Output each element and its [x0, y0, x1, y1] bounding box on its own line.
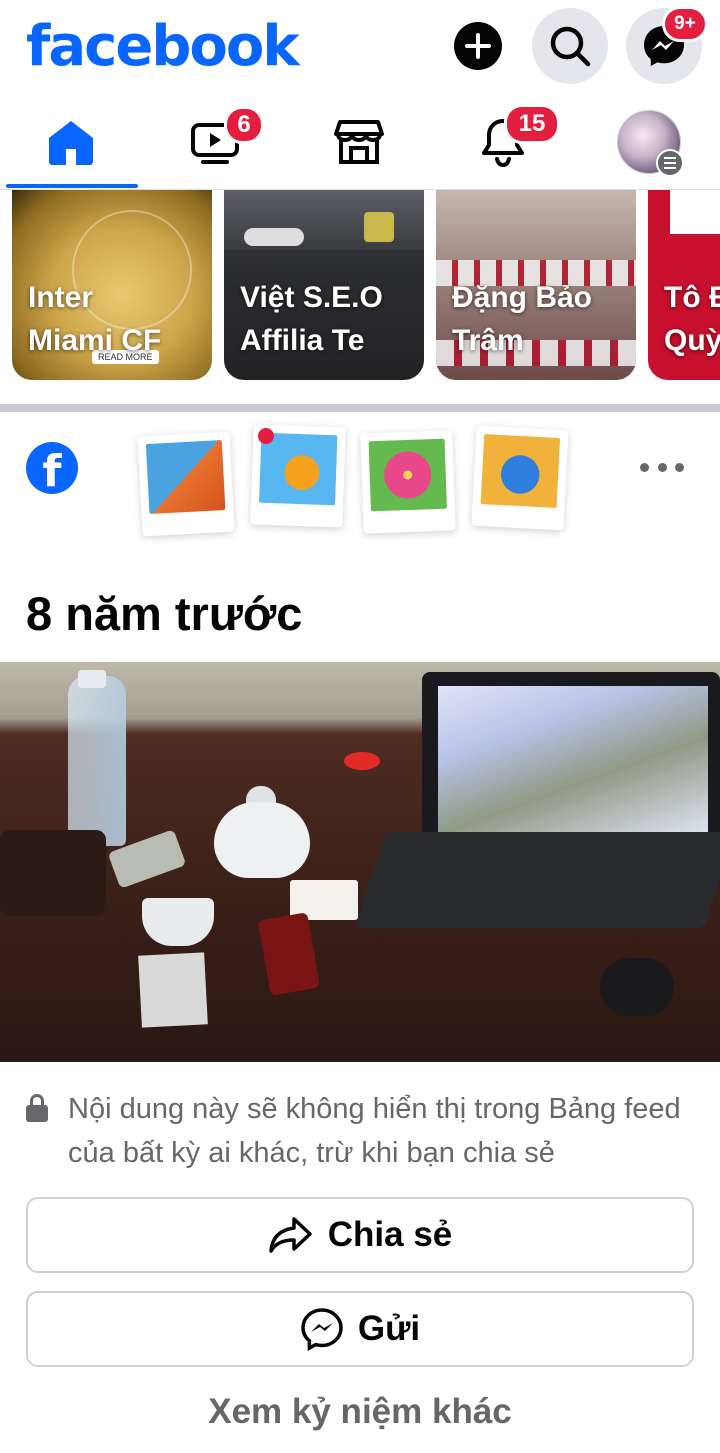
tab-watch[interactable]: [150, 96, 280, 188]
lock-icon: [26, 1094, 48, 1122]
tab-bar: [0, 96, 720, 190]
privacy-note: Nội dung này sẽ không hiển thị trong Bản…: [68, 1093, 681, 1169]
tab-home[interactable]: [6, 96, 136, 188]
send-button[interactable]: Gửi: [26, 1291, 694, 1367]
search-button[interactable]: [532, 8, 608, 84]
story-author: Tô Đ Quỳ: [664, 281, 720, 357]
memory-illustration: [137, 431, 235, 537]
story-card[interactable]: READ MORE Inter Miami CF: [12, 190, 212, 380]
facebook-icon: f: [26, 442, 78, 494]
story-author: Đặng Bảo Trâm: [452, 281, 593, 357]
tab-marketplace[interactable]: [294, 96, 424, 188]
section-divider: [0, 404, 720, 412]
story-card[interactable]: Việt S.E.O Affilia Te: [224, 190, 424, 380]
menu-icon: [656, 149, 684, 177]
story-author: Việt S.E.O Affilia Te: [240, 281, 383, 357]
memories-header: f: [0, 412, 720, 552]
watch-badge: 6: [224, 106, 264, 144]
decorative-dot: [258, 428, 274, 444]
story-card[interactable]: Tô Đ Quỳ: [648, 190, 720, 380]
send-label: Gửi: [357, 1309, 421, 1348]
messenger-icon: [301, 1308, 343, 1351]
create-button[interactable]: [440, 8, 516, 84]
top-bar: facebook 9+: [0, 0, 720, 96]
stories-tray: READ MORE Inter Miami CF Việt S.E.O Affili…: [0, 190, 720, 404]
share-icon: [269, 1217, 312, 1253]
messenger-badge: 9+: [662, 6, 708, 42]
story-author: Inter Miami CF: [28, 281, 162, 357]
memory-years-ago: 8 năm trước: [26, 587, 303, 640]
search-icon: [550, 26, 591, 67]
see-more-memories-link[interactable]: Xem kỷ niệm khác: [0, 1384, 720, 1440]
plus-icon: [454, 22, 502, 70]
story-card[interactable]: Đặng Bảo Trâm: [436, 190, 636, 380]
facebook-logo: facebook: [26, 14, 300, 79]
memory-photo[interactable]: [0, 662, 720, 1062]
share-label: Chia sẻ: [327, 1215, 453, 1254]
active-tab-indicator: [6, 184, 138, 188]
share-button[interactable]: Chia sẻ: [26, 1197, 694, 1273]
tab-profile-menu[interactable]: [584, 96, 714, 188]
store-icon: [334, 120, 384, 164]
memory-illustration: [471, 425, 569, 531]
memory-illustration: [360, 430, 456, 534]
home-icon: [49, 121, 93, 165]
notifications-badge: 15: [504, 104, 560, 144]
avatar: [617, 110, 684, 177]
more-options-icon[interactable]: [640, 456, 684, 478]
